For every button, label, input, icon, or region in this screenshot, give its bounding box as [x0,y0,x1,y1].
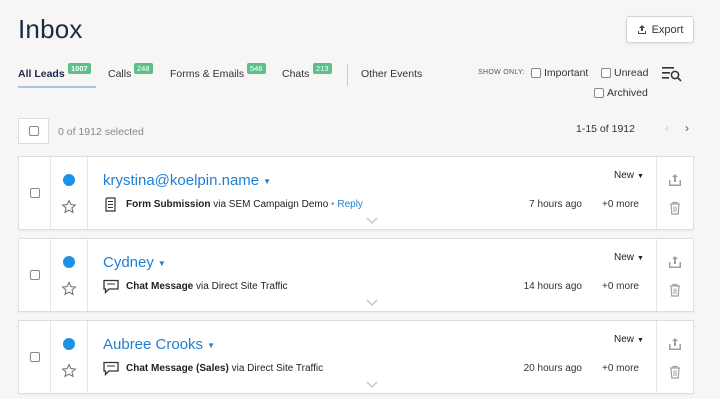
active-tab-indicator [18,86,96,88]
select-all-checkbox[interactable] [18,118,49,144]
prev-page-button[interactable]: ‹ [660,120,674,136]
status-dropdown[interactable]: New ▼ [614,252,644,263]
unread-dot [63,174,75,186]
chevron-down-icon[interactable] [366,299,378,307]
lead-name[interactable]: Aubree Crooks ▼ [103,336,215,353]
lead-card[interactable]: Cydney ▼ Chat Message via Direct Site Tra… [18,238,694,312]
next-page-button[interactable]: › [680,120,694,136]
filter-unread[interactable]: Unread [601,67,648,79]
message-type: Chat Message (Sales) [126,363,229,374]
star-icon[interactable] [61,281,77,297]
filter-important[interactable]: Important [531,67,588,79]
unread-dot [63,338,75,350]
lead-message: Chat Message via Direct Site Traffic [126,281,288,292]
chat-icon [103,361,119,376]
lead-name-text: krystina@koelpin.name [103,172,260,189]
chat-icon [103,279,119,294]
count-badge: 546 [247,63,266,74]
tab-label: Chats [282,68,310,80]
message-source: via Direct Site Traffic [196,281,288,292]
trash-icon[interactable] [669,365,681,379]
reply-separator: • [328,199,338,210]
chevron-down-icon[interactable] [366,217,378,225]
caret-down-icon: ▼ [637,255,644,262]
reply-link[interactable]: Reply [337,199,363,210]
form-icon [105,197,116,212]
lead-checkbox[interactable] [29,188,40,198]
lead-time: 7 hours ago [529,199,582,210]
lead-message: Chat Message (Sales) via Direct Site Tra… [126,363,323,374]
caret-down-icon: ▼ [157,258,166,268]
star-icon[interactable] [61,199,77,215]
lead-name-text: Cydney [103,254,154,271]
checkbox[interactable] [601,68,611,78]
more-link[interactable]: +0 more [602,363,639,374]
filter-search-icon[interactable] [662,66,682,82]
share-icon[interactable] [668,337,682,351]
count-badge: 1007 [68,63,91,74]
lead-checkbox[interactable] [29,270,40,280]
star-icon[interactable] [61,363,77,379]
show-only-label: SHOW ONLY: [478,69,525,76]
caret-down-icon: ▼ [637,337,644,344]
share-icon[interactable] [668,255,682,269]
tab-other-events[interactable]: Other Events [361,60,431,88]
unread-dot [63,256,75,268]
message-source: via SEM Campaign Demo [213,199,329,210]
filter-archived[interactable]: Archived [594,87,648,99]
message-type: Form Submission [126,199,211,210]
caret-down-icon: ▼ [263,176,272,186]
caret-down-icon: ▼ [637,173,644,180]
selected-count: 0 of 1912 selected [58,126,144,138]
tab-label: All Leads [18,68,65,80]
checkbox[interactable] [28,126,39,136]
pagination-range: 1-15 of 1912 [576,123,635,135]
tab-label: Calls [108,68,132,80]
filter-label: Unread [614,67,649,79]
lead-checkbox[interactable] [29,352,40,362]
filter-label: Archived [607,87,648,99]
status-label: New [614,170,635,181]
status-label: New [614,334,635,345]
lead-card[interactable]: krystina@koelpin.name ▼ Form Submission v… [18,156,694,230]
lead-name[interactable]: krystina@koelpin.name ▼ [103,172,271,189]
tab-label: Other Events [361,68,423,80]
count-badge: 248 [134,63,153,74]
page-title: Inbox [18,14,83,44]
export-button[interactable]: Export [626,16,694,43]
lead-time: 14 hours ago [523,281,582,292]
chevron-down-icon[interactable] [366,381,378,389]
lead-name[interactable]: Cydney ▼ [103,254,166,271]
export-label: Export [651,23,684,36]
tab-chats[interactable]: Chats 213 [282,60,337,88]
lead-message: Form Submission via SEM Campaign Demo • … [126,199,363,210]
caret-down-icon: ▼ [207,340,215,350]
tab-calls[interactable]: Calls 248 [108,60,158,88]
more-link[interactable]: +0 more [602,199,639,210]
filter-label: Important [544,67,589,79]
status-dropdown[interactable]: New ▼ [614,170,644,181]
checkbox[interactable] [594,88,604,98]
status-dropdown[interactable]: New ▼ [614,334,644,345]
trash-icon[interactable] [669,201,681,215]
message-type: Chat Message [126,281,194,292]
status-label: New [614,252,635,263]
checkbox[interactable] [531,68,541,78]
tab-forms-emails[interactable]: Forms & Emails 546 [170,60,270,88]
lead-time: 20 hours ago [523,363,582,374]
tab-label: Forms & Emails [170,68,245,80]
count-badge: 213 [313,63,332,74]
message-source: via Direct Site Traffic [231,363,324,374]
more-link[interactable]: +0 more [602,281,639,292]
lead-card[interactable]: Aubree Crooks ▼ Chat Message (Sales) via … [18,320,694,394]
tab-all-leads[interactable]: All Leads 1007 [18,60,98,88]
lead-name-text: Aubree Crooks [103,336,204,353]
trash-icon[interactable] [669,283,681,297]
tab-divider [347,64,348,86]
export-icon [637,24,646,34]
share-icon[interactable] [668,173,682,187]
